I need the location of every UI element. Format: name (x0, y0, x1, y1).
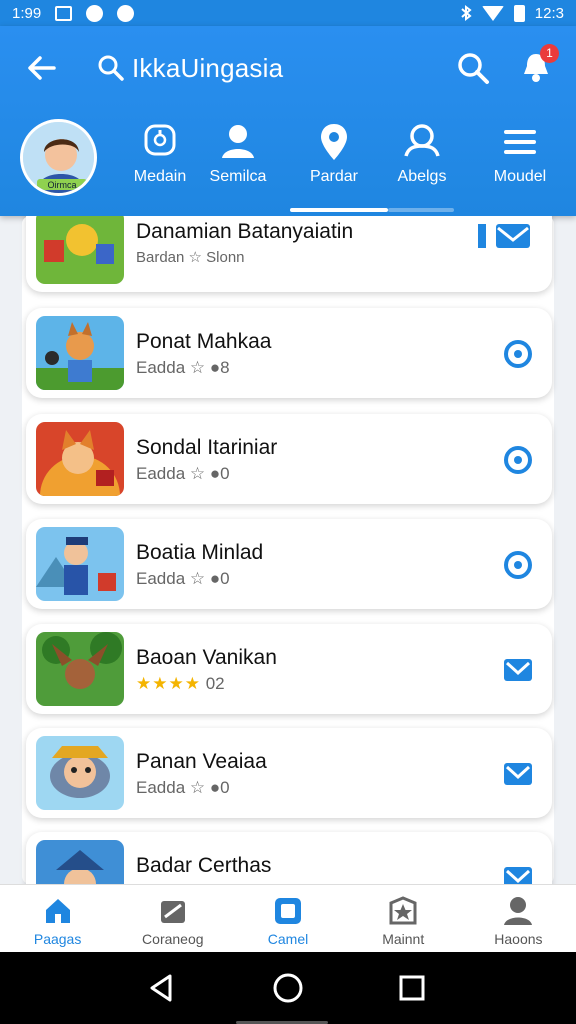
list-item[interactable]: Danamian Batanyaiatin Bardan ☆ Slonn (26, 216, 552, 292)
avatar[interactable]: Oirmca (20, 119, 97, 196)
game-subtitle: Eadda ☆ ●8 (136, 358, 230, 377)
game-title: Baoan Vanikan (136, 646, 277, 669)
tab-indicator-track (388, 208, 454, 212)
group-icon (404, 124, 440, 157)
radio-icon[interactable] (502, 338, 534, 370)
system-navigation-bar (0, 952, 576, 1024)
search-text: IkkaUingasia (132, 52, 284, 83)
nav-item-haoons[interactable]: Haoons (461, 885, 576, 953)
nav-label: Mainnt (382, 931, 425, 947)
tab-semilca[interactable]: Semilca (188, 116, 288, 216)
tab-label: Moudel (493, 168, 547, 185)
recents-icon[interactable] (396, 972, 428, 1004)
tab-pardar[interactable]: Pardar (284, 116, 384, 216)
game-subtitle: Eadda ☆ ●0 (136, 464, 230, 483)
nav-label: Camel (267, 931, 309, 947)
mail-icon[interactable] (502, 862, 534, 884)
mail-icon[interactable] (502, 654, 534, 686)
chat-icon (86, 4, 104, 22)
search-field[interactable]: IkkaUingasia (98, 50, 283, 86)
battery-icon (513, 4, 525, 22)
app-bar: IkkaUingasia 1 Oirmca Medain Semilca Par… (0, 26, 576, 216)
game-subtitle: 02 (205, 674, 225, 693)
nav-label: Coraneog (142, 931, 204, 947)
star-rating: ★★★★ (136, 674, 201, 693)
home-icon (45, 899, 70, 923)
image-icon (55, 5, 73, 21)
bottom-navigation: Paagas Coraneog Camel Mainnt Haoons (0, 884, 576, 952)
bluetooth-icon (461, 5, 472, 21)
list-item[interactable]: Baoan Vanikan ★★★★ 02 (26, 624, 552, 714)
mail-icon[interactable] (476, 220, 532, 252)
list-item[interactable]: Boatia Minlad Eadda ☆ ●0 (26, 519, 552, 609)
game-subtitle: Eadda ☆ ●0 (136, 569, 230, 588)
tab-label: Semilca (209, 168, 267, 185)
person-icon (222, 125, 254, 158)
game-thumbnail (36, 736, 124, 810)
badge-icon (144, 124, 176, 156)
home-circle-icon[interactable] (272, 972, 304, 1004)
list-item[interactable]: Sondal Itariniar Eadda ☆ ●0 (26, 414, 552, 504)
game-title: Panan Veaiaa (136, 750, 267, 773)
game-title: Sondal Itariniar (136, 436, 278, 459)
tag-icon (160, 901, 185, 923)
game-thumbnail (36, 216, 124, 284)
radio-icon[interactable] (502, 549, 534, 581)
avatar-caption: Oirmca (48, 180, 77, 190)
game-rating: ★★★★ 02 (136, 674, 225, 694)
top-tabs: Medain Semilca Pardar Abelgs Moudel (110, 116, 576, 216)
nav-label: Haoons (494, 931, 543, 947)
person-icon (504, 897, 533, 925)
game-title: Boatia Minlad (136, 541, 264, 564)
status-clock: 12:3 (534, 4, 564, 22)
list-item[interactable]: Badar Certhas (26, 832, 552, 884)
tab-label: Abelgs (397, 168, 447, 185)
game-thumbnail (36, 632, 124, 706)
tab-abelgs[interactable]: Abelgs (372, 116, 472, 216)
wifi-icon (481, 5, 504, 21)
location-pin-icon (321, 124, 347, 160)
mail-icon[interactable] (502, 758, 534, 790)
nav-item-paagas[interactable]: Paagas (0, 885, 115, 953)
game-thumbnail (36, 840, 124, 884)
square-icon (275, 898, 301, 924)
game-thumbnail (36, 422, 124, 496)
nav-item-mainnt[interactable]: Mainnt (346, 885, 461, 953)
game-subtitle: Bardan ☆ Slonn (136, 249, 245, 266)
map-star-icon (389, 896, 417, 925)
list-item[interactable]: Panan Veaiaa Eadda ☆ ●0 (26, 728, 552, 818)
back-icon[interactable] (146, 972, 178, 1004)
tab-label: Pardar (309, 168, 359, 185)
game-thumbnail (36, 316, 124, 390)
game-subtitle: Eadda ☆ ●0 (136, 778, 230, 797)
active-tab-indicator (290, 208, 388, 212)
game-list[interactable]: Danamian Batanyaiatin Bardan ☆ Slonn Pon… (0, 216, 576, 884)
back-arrow-icon[interactable] (24, 50, 60, 86)
search-icon[interactable] (455, 50, 491, 86)
list-item[interactable]: Ponat Mahkaa Eadda ☆ ●8 (26, 308, 552, 398)
notification-badge: 1 (540, 44, 559, 63)
avatar-portrait-icon: Oirmca (23, 122, 94, 193)
menu-icon (504, 130, 536, 154)
tab-moudel[interactable]: Moudel (470, 116, 570, 216)
cloud-icon (117, 4, 135, 22)
game-title: Badar Certhas (136, 854, 272, 877)
game-thumbnail (36, 527, 124, 601)
nav-item-camel[interactable]: Camel (230, 885, 345, 953)
nav-item-coraneog[interactable]: Coraneog (115, 885, 230, 953)
game-title: Ponat Mahkaa (136, 330, 272, 353)
radio-icon[interactable] (502, 444, 534, 476)
game-title: Danamian Batanyaiatin (136, 220, 354, 243)
status-bar: 1:99 12:3 (0, 0, 576, 26)
nav-label: Paagas (33, 931, 82, 947)
status-time: 1:99 (12, 4, 42, 22)
search-icon (98, 55, 124, 81)
